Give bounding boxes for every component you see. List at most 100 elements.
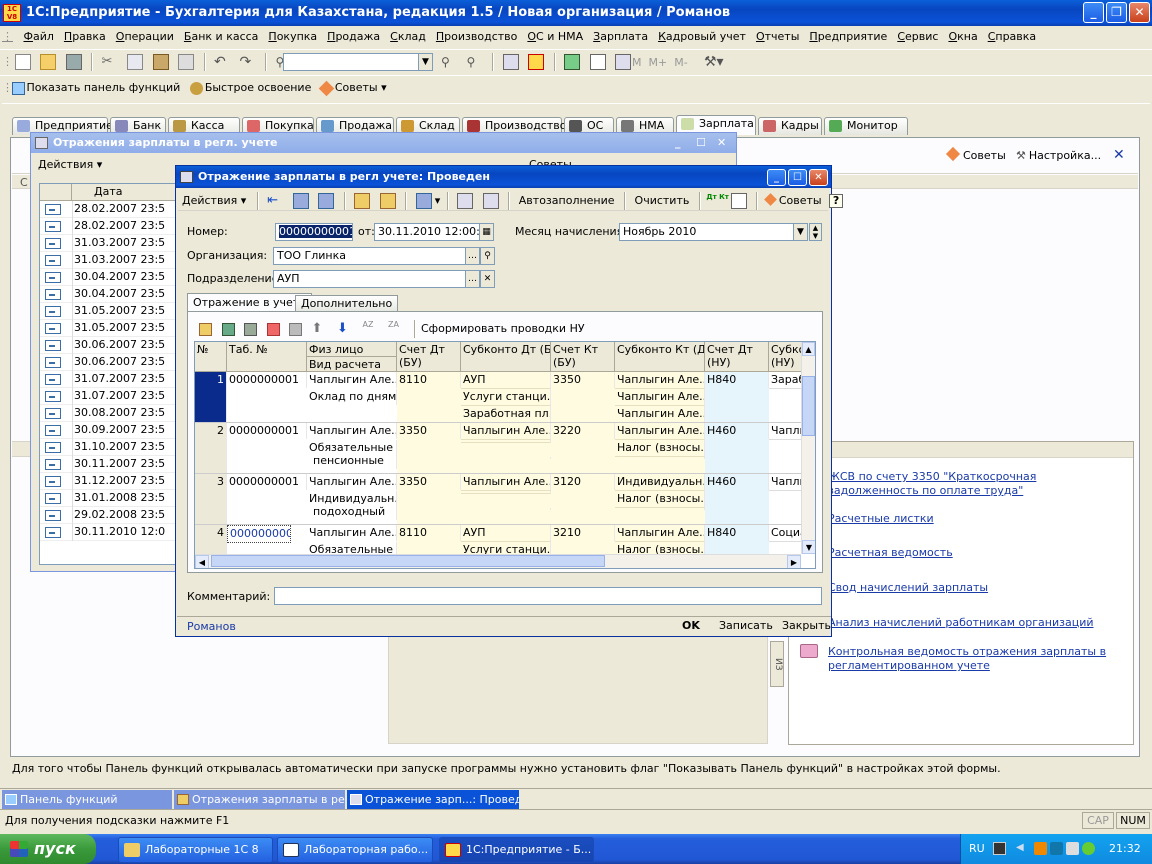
save-icon[interactable]	[65, 54, 82, 70]
list-row[interactable]: 31.05.2007 23:5	[40, 303, 188, 320]
cell-subk-dt-1[interactable]: АУП	[461, 372, 551, 389]
row-number[interactable]: 2	[195, 423, 227, 473]
doc-actions-button[interactable]: Действия ▾	[178, 194, 250, 207]
dept-field[interactable]: АУП	[273, 270, 466, 288]
org-open-button[interactable]: ⚲	[480, 247, 495, 265]
cell-subk-nu[interactable]: Зараб	[769, 372, 803, 389]
grid-vscroll[interactable]: ▲ ▼	[801, 342, 815, 554]
start-button[interactable]: пуск	[0, 834, 96, 864]
cell-tab-number[interactable]: 0000000001	[227, 423, 307, 439]
report-link-payroll[interactable]: Расчетная ведомость	[828, 546, 953, 560]
calendar-button[interactable]: ▦	[479, 223, 494, 241]
menu-reports[interactable]: Отчеты	[751, 26, 804, 47]
doc-close-button[interactable]: ✕	[809, 169, 828, 186]
add-row-icon[interactable]	[199, 322, 212, 336]
move-up-icon[interactable]: ⬆	[312, 321, 328, 337]
find-prev-icon[interactable]: ⚲	[467, 54, 483, 70]
calendar-icon[interactable]	[589, 54, 606, 70]
list-row[interactable]: 31.03.2007 23:5	[40, 252, 188, 269]
cell-subk-kt-1[interactable]: Индивидуальн...	[615, 474, 705, 491]
cell-subk-dt-1[interactable]: Чаплыгин Але...	[461, 474, 551, 491]
menu-help[interactable]: Справка	[983, 26, 1041, 47]
tray-icon-5[interactable]	[1066, 842, 1079, 855]
tab-hr[interactable]: Кадры	[758, 117, 822, 135]
menu-bank[interactable]: Банк и касса	[179, 26, 264, 47]
hscroll-thumb[interactable]	[211, 555, 605, 567]
cell-schet-kt[interactable]: 3210	[551, 525, 615, 541]
edit-row-icon[interactable]	[244, 322, 257, 336]
cell-subk-kt-1[interactable]: Чаплыгин Але...	[615, 423, 705, 440]
menu-file[interactable]: Файл	[19, 26, 59, 47]
cell-subk-kt-2[interactable]: Чаплыгин Але...	[615, 389, 705, 406]
task-word[interactable]: Лабораторная рабо...	[277, 837, 433, 863]
comment-field[interactable]	[274, 587, 822, 605]
dtkt-icon[interactable]: Дт Кт	[706, 193, 729, 209]
open-icon[interactable]	[40, 54, 56, 70]
menu-operations[interactable]: Операции	[111, 26, 179, 47]
end-edit-icon[interactable]	[289, 322, 302, 336]
lang-indicator[interactable]: RU	[969, 842, 985, 855]
help-icon[interactable]: ?	[829, 194, 844, 208]
menu-enterprise[interactable]: Предприятие	[804, 26, 892, 47]
report-link-control[interactable]: Контрольная ведомость отражения зарплаты…	[828, 645, 1118, 673]
mem-plus-button[interactable]: M+	[649, 56, 668, 69]
postings-grid[interactable]: № Таб. № Физ лицо Вид расчета Счет Дт (Б…	[194, 341, 816, 569]
minimize-button[interactable]: _	[1083, 2, 1104, 23]
row-number[interactable]: 1	[195, 372, 227, 422]
list-row[interactable]: 30.06.2007 23:5	[40, 337, 188, 354]
redo-icon[interactable]: ↷	[240, 54, 256, 70]
table-row[interactable]: 3 0000000001 Чаплыгин Але... Индивидуальн..…	[195, 474, 803, 525]
autofill-button[interactable]: Автозаполнение	[516, 194, 618, 207]
onec-icon[interactable]	[528, 54, 544, 70]
cell-subk-kt-3[interactable]	[615, 457, 705, 459]
doc-min-button[interactable]: _	[767, 169, 786, 186]
panel-settings-button[interactable]: ⚒ Настройка...	[1016, 149, 1101, 163]
list-min-button[interactable]: _	[675, 133, 681, 153]
list-actions-button[interactable]: Действия ▾	[34, 158, 106, 171]
hscroll-left-arrow[interactable]: ◀	[195, 555, 209, 568]
panel-tips-button[interactable]: Советы	[945, 146, 1006, 163]
tray-icon-4[interactable]	[1050, 842, 1063, 855]
table-row[interactable]: 1 0000000001 Чаплыгин Але... Оклад по дням 8…	[195, 372, 803, 423]
month-field[interactable]: Ноябрь 2010	[619, 223, 794, 241]
tab-monitor[interactable]: Монитор	[824, 117, 908, 135]
col-subk-kt[interactable]: Субконто Кт (ДТ)	[615, 342, 705, 372]
clear-button[interactable]: Очистить	[632, 194, 693, 207]
menu-purchase[interactable]: Покупка	[263, 26, 322, 47]
wtab-panel[interactable]: Панель функций	[2, 790, 172, 809]
tray-icon-3[interactable]	[1034, 842, 1047, 855]
cell-tab-number[interactable]: 0000000001	[227, 372, 307, 388]
cell-subk-nu[interactable]: Чапль	[769, 423, 803, 440]
list-row[interactable]: 31.03.2007 23:5	[40, 235, 188, 252]
copy-icon[interactable]	[127, 54, 143, 70]
grid-hscroll[interactable]: ◀ ▶	[195, 554, 801, 568]
new-doc-icon[interactable]	[14, 54, 31, 70]
list-row[interactable]: 28.02.2007 23:5	[40, 218, 188, 235]
sort-asc-icon[interactable]: AZ	[363, 321, 379, 337]
cell-subk-nu[interactable]: Социа	[769, 525, 803, 542]
cell-vid2[interactable]: пенсионные	[307, 453, 397, 469]
cell-schet-kt[interactable]: 3120	[551, 474, 615, 490]
ok-button[interactable]: OK	[682, 619, 700, 633]
cell-subk-dt-2[interactable]	[461, 491, 551, 494]
cell-fiz[interactable]: Чаплыгин Але...	[307, 525, 397, 541]
cell-schet-nu[interactable]: Н460	[705, 474, 769, 490]
report-link-analysis[interactable]: Анализ начислений работникам организаций	[828, 616, 1094, 630]
menu-warehouse[interactable]: Склад	[385, 26, 431, 47]
tray-icon-1[interactable]	[993, 842, 1006, 855]
post-icon[interactable]	[354, 193, 371, 209]
month-dropdown[interactable]: ▼	[793, 223, 808, 241]
list-grid[interactable]: Дата 28.02.2007 23:5 28.02.2007 23:5 31.03…	[39, 183, 189, 565]
list-close-button[interactable]: ✕	[717, 133, 726, 153]
col-schet-kt-bu[interactable]: Счет Кт (БУ)	[551, 342, 615, 372]
menu-salary[interactable]: Зарплата	[588, 26, 653, 47]
wtab-list[interactable]: Отражения зарплаты в рег...	[174, 790, 345, 809]
task-1c[interactable]: 1С:Предприятие - Б...	[439, 837, 594, 863]
list-row[interactable]: 31.12.2007 23:5	[40, 473, 188, 490]
maximize-button[interactable]: ❐	[1106, 2, 1127, 23]
mem-minus-button[interactable]: M-	[674, 56, 687, 69]
scroll-up-arrow[interactable]: ▲	[802, 342, 815, 356]
menu-sale[interactable]: Продажа	[322, 26, 385, 47]
list-max-button[interactable]: ☐	[696, 133, 706, 153]
report-link-paysheets[interactable]: Расчетные листки	[828, 512, 934, 526]
